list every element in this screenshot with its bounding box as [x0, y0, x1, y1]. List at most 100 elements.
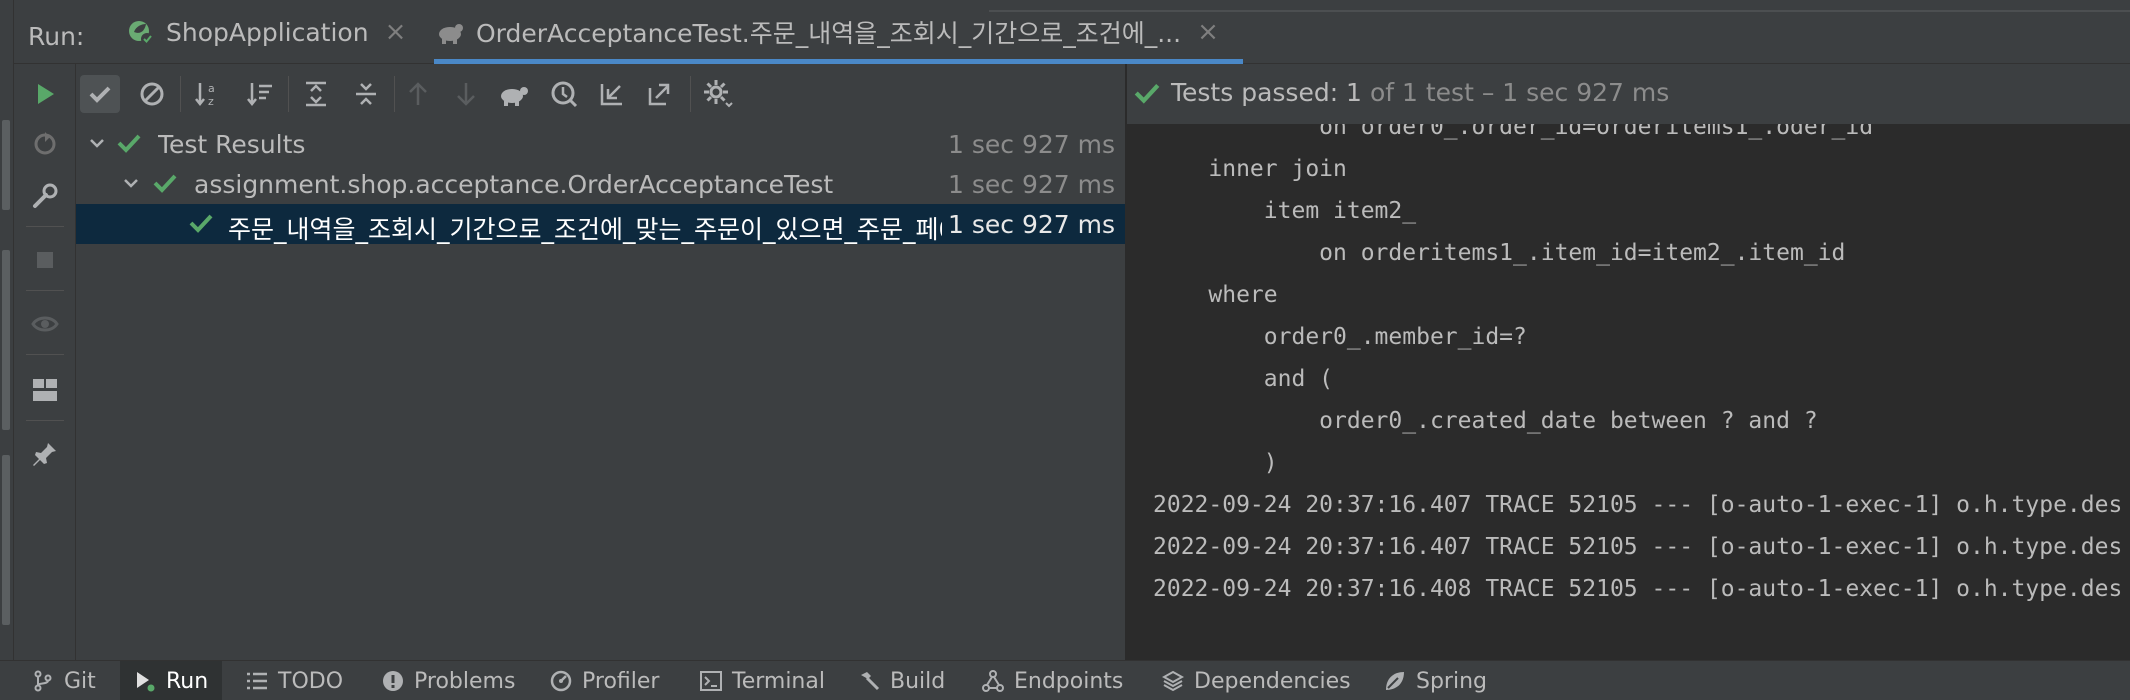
- tool-tab-label: Run: [166, 668, 209, 694]
- tests-passed-label: Tests passed: 1: [1171, 78, 1362, 107]
- test-duration: 1 sec 927 ms: [948, 170, 1115, 199]
- tree-node-label: Test Results: [158, 130, 306, 159]
- sort-by-duration-icon[interactable]: [240, 75, 280, 113]
- tree-node-label: 주문_내역을_조회시_기간으로_조건에_맞는_주문이_있으면_주문_페0: [228, 215, 955, 244]
- test-class-icon: [434, 16, 466, 48]
- console-line: inner join: [1153, 156, 1347, 182]
- close-icon[interactable]: ×: [385, 17, 407, 47]
- tool-tab-profiler[interactable]: Profiler: [550, 661, 659, 700]
- run-label: Run:: [28, 22, 85, 51]
- console-output[interactable]: on order0_.order_id=orderitems1_.oder_id…: [1127, 124, 2130, 660]
- tab-shop-application[interactable]: ShopApplication ×: [124, 0, 406, 64]
- collapse-all-icon[interactable]: [346, 75, 386, 113]
- tool-tab-endpoints[interactable]: Endpoints: [982, 661, 1123, 700]
- pin-icon[interactable]: [29, 438, 61, 470]
- svg-text:z: z: [208, 95, 214, 108]
- toolbar-separator: [288, 76, 289, 112]
- settings-icon[interactable]: [698, 75, 738, 113]
- svg-text:a: a: [208, 82, 215, 95]
- side-tab-marker[interactable]: [2, 250, 10, 430]
- console-line: item item2_: [1153, 198, 1417, 224]
- toolbar-separator: [26, 354, 64, 355]
- tree-node-label: assignment.shop.acceptance.OrderAcceptan…: [194, 170, 834, 199]
- tool-window-bar: Git Run TODO Problems Profiler Terminal: [0, 660, 2130, 700]
- tool-tab-build[interactable]: Build: [858, 661, 945, 700]
- tool-tab-label: Terminal: [732, 668, 825, 694]
- layout-icon[interactable]: [29, 374, 61, 406]
- git-icon: [32, 670, 54, 692]
- tool-tab-label: Problems: [414, 668, 516, 694]
- test-duration: 1 sec 927 ms: [948, 130, 1115, 159]
- export-tests-icon[interactable]: [640, 75, 680, 113]
- chevron-down-icon[interactable]: [118, 170, 144, 196]
- close-icon[interactable]: ×: [1197, 17, 1219, 47]
- tool-tab-label: Spring: [1416, 668, 1487, 694]
- hammer-icon: [858, 670, 880, 692]
- run-side-toolbar: [14, 64, 76, 660]
- toolbar-separator: [394, 76, 395, 112]
- profiler-icon: [550, 670, 572, 692]
- tool-tab-label: Dependencies: [1194, 668, 1351, 694]
- tool-tab-label: Git: [64, 668, 96, 694]
- test-passed-icon: [188, 210, 214, 236]
- tests-passed-status: Tests passed: 1 of 1 test – 1 sec 927 ms: [1133, 78, 1669, 107]
- history-icon[interactable]: [544, 75, 584, 113]
- dependencies-icon: [1162, 670, 1184, 692]
- console-line: 2022-09-24 20:37:16.407 TRACE 52105 --- …: [1153, 492, 2123, 518]
- eye-icon[interactable]: [29, 308, 61, 340]
- tool-tab-spring[interactable]: Spring: [1384, 661, 1487, 700]
- show-passed-icon[interactable]: [80, 75, 120, 113]
- endpoints-icon: [982, 670, 1004, 692]
- console-line: order0_.created_date between ? and ?: [1153, 408, 1818, 434]
- console-line: and (: [1153, 366, 1334, 392]
- run-icon[interactable]: [29, 78, 61, 110]
- spring-leaf-icon: [1384, 670, 1406, 692]
- toolbar-separator: [26, 420, 64, 421]
- tool-tab-label: Profiler: [582, 668, 660, 694]
- console-line: on order0_.order_id=orderitems1_.oder_id: [1153, 124, 1874, 140]
- left-edge-tool-strip: [0, 0, 14, 660]
- console-line: order0_.member_id=?: [1153, 324, 1527, 350]
- todo-list-icon: [246, 670, 268, 692]
- console-line: 2022-09-24 20:37:16.407 TRACE 52105 --- …: [1153, 534, 2123, 560]
- tool-tab-problems[interactable]: Problems: [382, 661, 515, 700]
- test-duration: 1 sec 927 ms: [942, 210, 1115, 239]
- tree-row-test-method[interactable]: 주문_내역을_조회시_기간으로_조건에_맞는_주문이_있으면_주문_페0 1 s…: [76, 204, 1125, 244]
- expand-all-icon[interactable]: [296, 75, 336, 113]
- test-passed-icon: [116, 130, 142, 156]
- side-tab-marker[interactable]: [2, 455, 10, 625]
- toolbar-separator: [690, 76, 691, 112]
- chevron-down-icon[interactable]: [84, 130, 110, 156]
- tab-label: OrderAcceptanceTest.주문_내역을_조회시_기간으로_조건에_…: [476, 19, 1182, 48]
- import-tests-icon[interactable]: [592, 75, 632, 113]
- rerun-failed-icon[interactable]: [29, 128, 61, 160]
- turtle-icon[interactable]: [494, 75, 534, 113]
- tool-tab-terminal[interactable]: Terminal: [700, 661, 825, 700]
- sort-alphabetically-icon[interactable]: az: [188, 75, 228, 113]
- console-line: ): [1153, 450, 1278, 476]
- problems-icon: [382, 670, 404, 692]
- tab-label: ShopApplication: [166, 17, 369, 47]
- console-line: 2022-09-24 20:37:16.408 TRACE 52105 --- …: [1153, 576, 2123, 602]
- stop-icon[interactable]: [29, 244, 61, 276]
- tab-order-acceptance-test[interactable]: OrderAcceptanceTest.주문_내역을_조회시_기간으로_조건에_…: [434, 0, 1243, 64]
- tests-passed-detail: of 1 test – 1 sec 927 ms: [1369, 78, 1670, 107]
- tool-tab-run[interactable]: Run: [120, 661, 223, 700]
- wrench-icon[interactable]: [29, 180, 61, 212]
- run-tool-window-header: Run: ShopApplication × OrderAcceptanceTe…: [14, 0, 2130, 64]
- tool-tab-dependencies[interactable]: Dependencies: [1162, 661, 1351, 700]
- spring-boot-icon: [124, 16, 156, 48]
- toolbar-separator: [26, 226, 64, 227]
- previous-failed-icon[interactable]: [398, 75, 438, 113]
- test-status-bar: Tests passed: 1 of 1 test – 1 sec 927 ms: [1127, 64, 2130, 124]
- tool-tab-todo[interactable]: TODO: [246, 661, 343, 700]
- tree-row-test-class[interactable]: assignment.shop.acceptance.OrderAcceptan…: [76, 164, 1125, 204]
- toolbar-separator: [26, 290, 64, 291]
- tool-tab-git[interactable]: Git: [32, 661, 96, 700]
- test-passed-icon: [1134, 83, 1160, 104]
- tree-row-test-results[interactable]: Test Results 1 sec 927 ms: [76, 124, 1125, 164]
- side-tab-marker[interactable]: [2, 120, 10, 210]
- console-line: on orderitems1_.item_id=item2_.item_id: [1153, 240, 1846, 266]
- show-ignored-icon[interactable]: [132, 75, 172, 113]
- next-failed-icon[interactable]: [446, 75, 486, 113]
